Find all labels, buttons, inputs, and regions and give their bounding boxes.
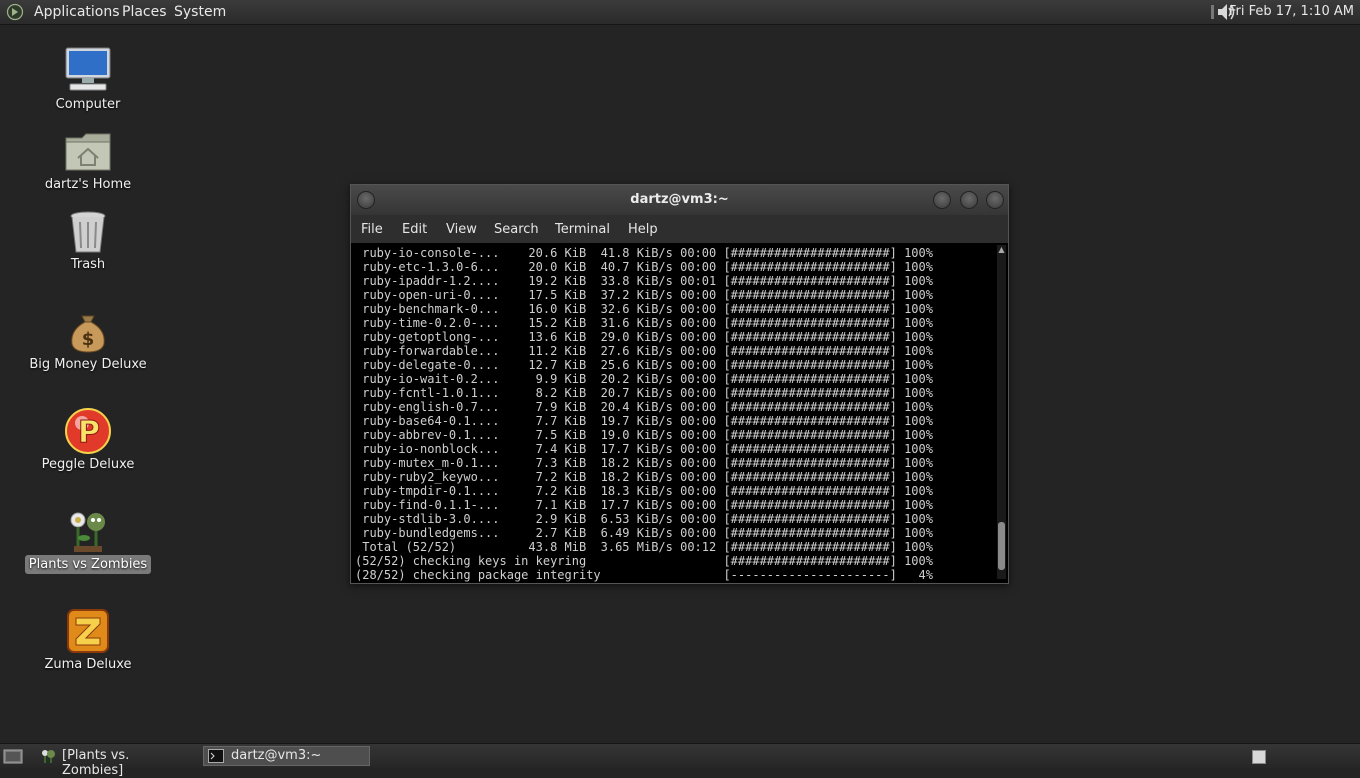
svg-text:P: P	[78, 415, 100, 450]
menu-help[interactable]: Help	[628, 222, 658, 237]
scroll-up-arrow-icon[interactable]: ▲	[997, 245, 1006, 254]
close-button[interactable]	[986, 191, 1004, 209]
menu-terminal[interactable]: Terminal	[555, 222, 610, 237]
bottom-panel: [Plants vs. Zombies] dartz@vm3:~	[0, 743, 1360, 778]
top-panel: Applications Places System Fri Feb 17, 1…	[0, 0, 1360, 25]
desktop-icon-label: Big Money Deluxe	[29, 357, 147, 372]
task-label: [Plants vs. Zombies]	[62, 748, 130, 778]
zuma-icon	[67, 609, 109, 653]
menu-search[interactable]: Search	[494, 222, 539, 237]
desktop-icon-label: dartz's Home	[44, 177, 132, 192]
desktop-icon-label: Computer	[55, 97, 121, 112]
money-bag-icon: $	[71, 315, 105, 353]
minimize-button[interactable]	[933, 191, 951, 209]
clock[interactable]: Fri Feb 17, 1:10 AM	[1229, 4, 1354, 19]
plants-vs-zombies-icon	[70, 512, 105, 552]
window-title: dartz@vm3:~	[630, 192, 729, 207]
desktop-icon-trash[interactable]: Trash	[13, 206, 163, 278]
system-menu[interactable]: System	[174, 4, 226, 20]
desktop-icon-label: Trash	[70, 257, 106, 272]
task-label: dartz@vm3:~	[231, 748, 322, 763]
terminal-window[interactable]: dartz@vm3:~ File Edit View Search Termin…	[350, 184, 1009, 584]
desktop-icon-plants-vs-zombies[interactable]: Plants vs Zombies	[13, 506, 163, 578]
places-menu[interactable]: Places	[122, 4, 167, 20]
terminal-text: ruby-io-console-... 20.6 KiB 41.8 KiB/s …	[355, 246, 933, 582]
menu-file[interactable]: File	[361, 222, 383, 237]
desktop-icon-label: Zuma Deluxe	[44, 657, 132, 672]
desktop-icon-zuma[interactable]: Zuma Deluxe	[13, 606, 163, 678]
task-terminal[interactable]: dartz@vm3:~	[203, 746, 370, 766]
terminal-output[interactable]: ruby-io-console-... 20.6 KiB 41.8 KiB/s …	[351, 243, 1008, 583]
terminal-menubar: File Edit View Search Terminal Help	[351, 215, 1008, 243]
peggle-icon: P	[65, 408, 111, 454]
desktop-icon-peggle[interactable]: P Peggle Deluxe	[13, 406, 163, 478]
computer-icon	[65, 47, 111, 91]
desktop-icon-computer[interactable]: Computer	[13, 44, 163, 116]
window-titlebar[interactable]: dartz@vm3:~	[351, 185, 1008, 215]
terminal-icon	[208, 749, 224, 763]
menu-edit[interactable]: Edit	[402, 222, 427, 237]
svg-text:$: $	[82, 329, 95, 350]
maximize-button[interactable]	[960, 191, 978, 209]
task-plants-vs-zombies[interactable]: [Plants vs. Zombies]	[38, 746, 194, 778]
desktop-icon-big-money[interactable]: $ Big Money Deluxe	[13, 306, 163, 378]
desktop-icon-home[interactable]: dartz's Home	[13, 126, 163, 198]
menu-view[interactable]: View	[446, 222, 477, 237]
desktop-icon-label: Peggle Deluxe	[41, 457, 135, 472]
applications-menu-icon[interactable]	[6, 3, 24, 21]
applications-menu[interactable]: Applications	[34, 4, 120, 20]
terminal-scrollbar[interactable]: ▲	[997, 245, 1006, 579]
desktop-icon-label: Plants vs Zombies	[24, 555, 152, 574]
plants-vs-zombies-icon	[42, 750, 55, 763]
show-desktop-icon[interactable]	[3, 748, 23, 764]
trash-icon	[70, 211, 106, 253]
workspace-switcher[interactable]	[1252, 750, 1266, 764]
scrollbar-thumb[interactable]	[998, 522, 1005, 570]
home-folder-icon	[65, 133, 111, 171]
